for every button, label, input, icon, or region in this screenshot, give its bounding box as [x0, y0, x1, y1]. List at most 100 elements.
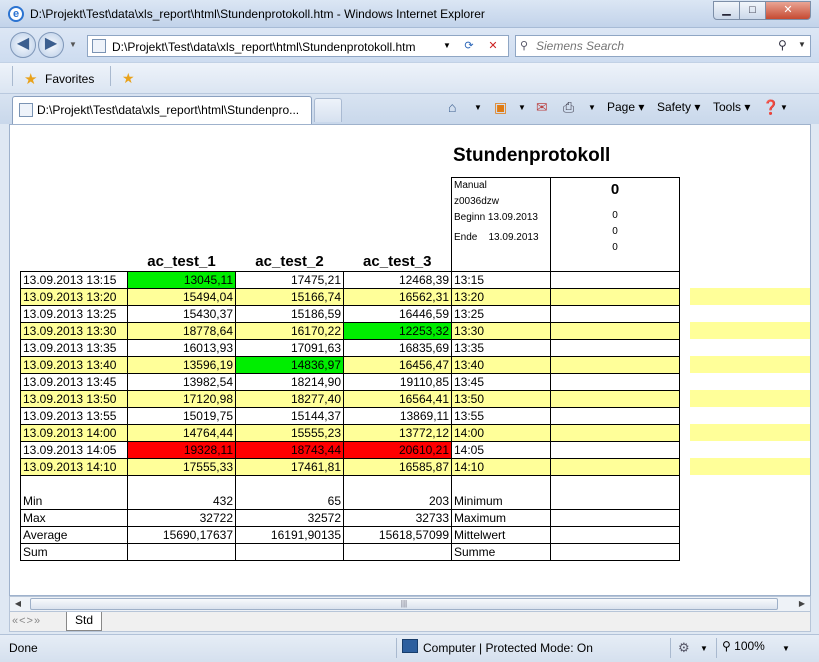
value-cell: 19110,85: [343, 373, 452, 391]
spacer-row: [20, 475, 680, 493]
safety-menu-label: Safety: [657, 100, 692, 114]
value-cell: 13596,19: [127, 356, 236, 374]
value-cell: 18277,40: [235, 390, 344, 408]
recent-pages-dropdown[interactable]: ▼: [69, 40, 77, 49]
value-cell: 16013,93: [127, 339, 236, 357]
favorites-star-icon: ★: [24, 71, 38, 88]
value-cell: 13982,54: [127, 373, 236, 391]
stat-value: [343, 543, 452, 561]
protected-mode-icon[interactable]: ⚙: [678, 640, 690, 656]
scrollbar-thumb[interactable]: |||: [30, 598, 778, 610]
value-cell: 15555,23: [235, 424, 344, 442]
value-cell: 15494,04: [127, 288, 236, 306]
sheet-navigation[interactable]: «<>»: [12, 615, 41, 627]
info-value-begin: 0: [612, 242, 618, 253]
zoom-dropdown-icon[interactable]: ▼: [782, 644, 790, 653]
value-cell: 16835,69: [343, 339, 452, 357]
value-cell: 14836,97: [235, 356, 344, 374]
stat-label: Sum: [20, 543, 128, 561]
stats-row: Average 15690,17637 16191,90135 15618,57…: [20, 526, 680, 544]
address-bar[interactable]: D:\Projekt\Test\data\xls_report\html\Stu…: [87, 35, 509, 57]
feeds-dropdown-icon[interactable]: ▼: [518, 103, 526, 112]
search-input[interactable]: [536, 38, 766, 54]
value-cell: 12253,32: [343, 322, 452, 340]
value-cell: 18214,90: [235, 373, 344, 391]
search-icon[interactable]: ⚲: [778, 38, 787, 52]
time-cell: 13:20: [451, 288, 551, 306]
sheet-tabs: «<>» Std: [9, 612, 811, 632]
ie-logo-icon: e: [8, 6, 24, 22]
status-separator: [670, 638, 671, 658]
time-cell: 14:00: [451, 424, 551, 442]
safety-menu[interactable]: Safety ▾: [657, 100, 700, 114]
sheet-tab-std[interactable]: Std: [66, 612, 103, 631]
time-cell: 13:45: [451, 373, 551, 391]
search-options-dropdown[interactable]: ▼: [798, 40, 806, 49]
scroll-left-icon[interactable]: ◀: [10, 597, 26, 611]
window-title: D:\Projekt\Test\data\xls_report\html\Stu…: [30, 7, 485, 21]
value-cell: 12468,39: [343, 271, 452, 289]
timestamp-cell: 13.09.2013 13:15: [20, 271, 128, 289]
stat-value: 16191,90135: [235, 526, 344, 544]
protected-mode-dropdown-icon[interactable]: ▼: [700, 644, 708, 653]
info-mode: Manual: [454, 180, 487, 191]
stat-value: 203: [343, 492, 452, 510]
row-stripe: [690, 322, 810, 339]
row-stripe: [690, 288, 810, 305]
zoom-level[interactable]: ⚲ 100%: [722, 639, 765, 653]
print-dropdown-icon[interactable]: ▼: [588, 103, 596, 112]
stat-label: Max: [20, 509, 128, 527]
report-title: Stundenprotokoll: [453, 145, 611, 166]
zoom-value: 100%: [734, 639, 765, 653]
tools-menu[interactable]: Tools ▾: [713, 100, 750, 114]
value-cell: 18743,44: [235, 441, 344, 459]
help-dropdown-icon[interactable]: ▼: [780, 103, 788, 112]
minimize-button[interactable]: ▁: [713, 1, 740, 20]
new-tab-button[interactable]: [314, 98, 342, 122]
time-cell: 13:30: [451, 322, 551, 340]
address-dropdown-icon[interactable]: ▼: [438, 38, 456, 54]
value-cell: 15019,75: [127, 407, 236, 425]
info-cell: Manual z0036dzw Beginn 13.09.2013 Ende 1…: [451, 177, 551, 272]
stat-label-de: Minimum: [451, 492, 551, 510]
tab-stundenprotokoll[interactable]: D:\Projekt\Test\data\xls_report\html\Stu…: [12, 96, 312, 124]
table-row: 13.09.2013 13:15 13045,11 17475,21 12468…: [20, 271, 680, 289]
search-box[interactable]: ⚲ ⚲ ▼: [515, 35, 811, 57]
stat-value: 32722: [127, 509, 236, 527]
stop-icon[interactable]: ✕: [484, 38, 502, 54]
stat-value: 15690,17637: [127, 526, 236, 544]
address-url[interactable]: D:\Projekt\Test\data\xls_report\html\Stu…: [112, 40, 415, 54]
maximize-button[interactable]: □: [739, 1, 766, 20]
timestamp-cell: 13.09.2013 14:10: [20, 458, 128, 476]
tab-label: D:\Projekt\Test\data\xls_report\html\Stu…: [37, 103, 300, 117]
page-menu-label: Page: [607, 100, 636, 114]
security-zone[interactable]: Computer | Protected Mode: On: [423, 641, 593, 655]
close-window-button[interactable]: ✕: [765, 1, 811, 20]
home-icon[interactable]: ⌂: [448, 99, 456, 115]
print-icon[interactable]: ⎙: [563, 99, 574, 116]
scroll-right-icon[interactable]: ▶: [794, 597, 810, 611]
favorites-button[interactable]: Favorites: [45, 72, 94, 86]
row-stripe: [690, 356, 810, 373]
page-menu[interactable]: Page ▾: [607, 100, 644, 114]
value-cell: 16564,41: [343, 390, 452, 408]
timestamp-cell: 13.09.2013 13:30: [20, 322, 128, 340]
value-cell: 13869,11: [343, 407, 452, 425]
stat-value: [235, 543, 344, 561]
help-icon[interactable]: ❓: [762, 99, 779, 116]
stat-value: 432: [127, 492, 236, 510]
back-button[interactable]: ◀: [10, 32, 36, 58]
timestamp-cell: 13.09.2013 13:55: [20, 407, 128, 425]
home-dropdown-icon[interactable]: ▼: [474, 103, 482, 112]
horizontal-scrollbar[interactable]: ◀ ||| ▶: [9, 596, 811, 612]
refresh-icon[interactable]: ⟳: [460, 38, 478, 54]
value-cell: 17120,98: [127, 390, 236, 408]
read-mail-icon[interactable]: ✉: [536, 99, 548, 116]
add-to-favorites-bar-icon[interactable]: ★: [122, 70, 135, 87]
stat-label-de: Mittelwert: [451, 526, 551, 544]
info-begin: Beginn 13.09.2013: [454, 212, 538, 223]
column-header: ac_test_2: [255, 253, 324, 270]
time-cell: 13:50: [451, 390, 551, 408]
forward-button[interactable]: ▶: [38, 32, 64, 58]
feeds-icon[interactable]: ▣: [494, 99, 507, 116]
